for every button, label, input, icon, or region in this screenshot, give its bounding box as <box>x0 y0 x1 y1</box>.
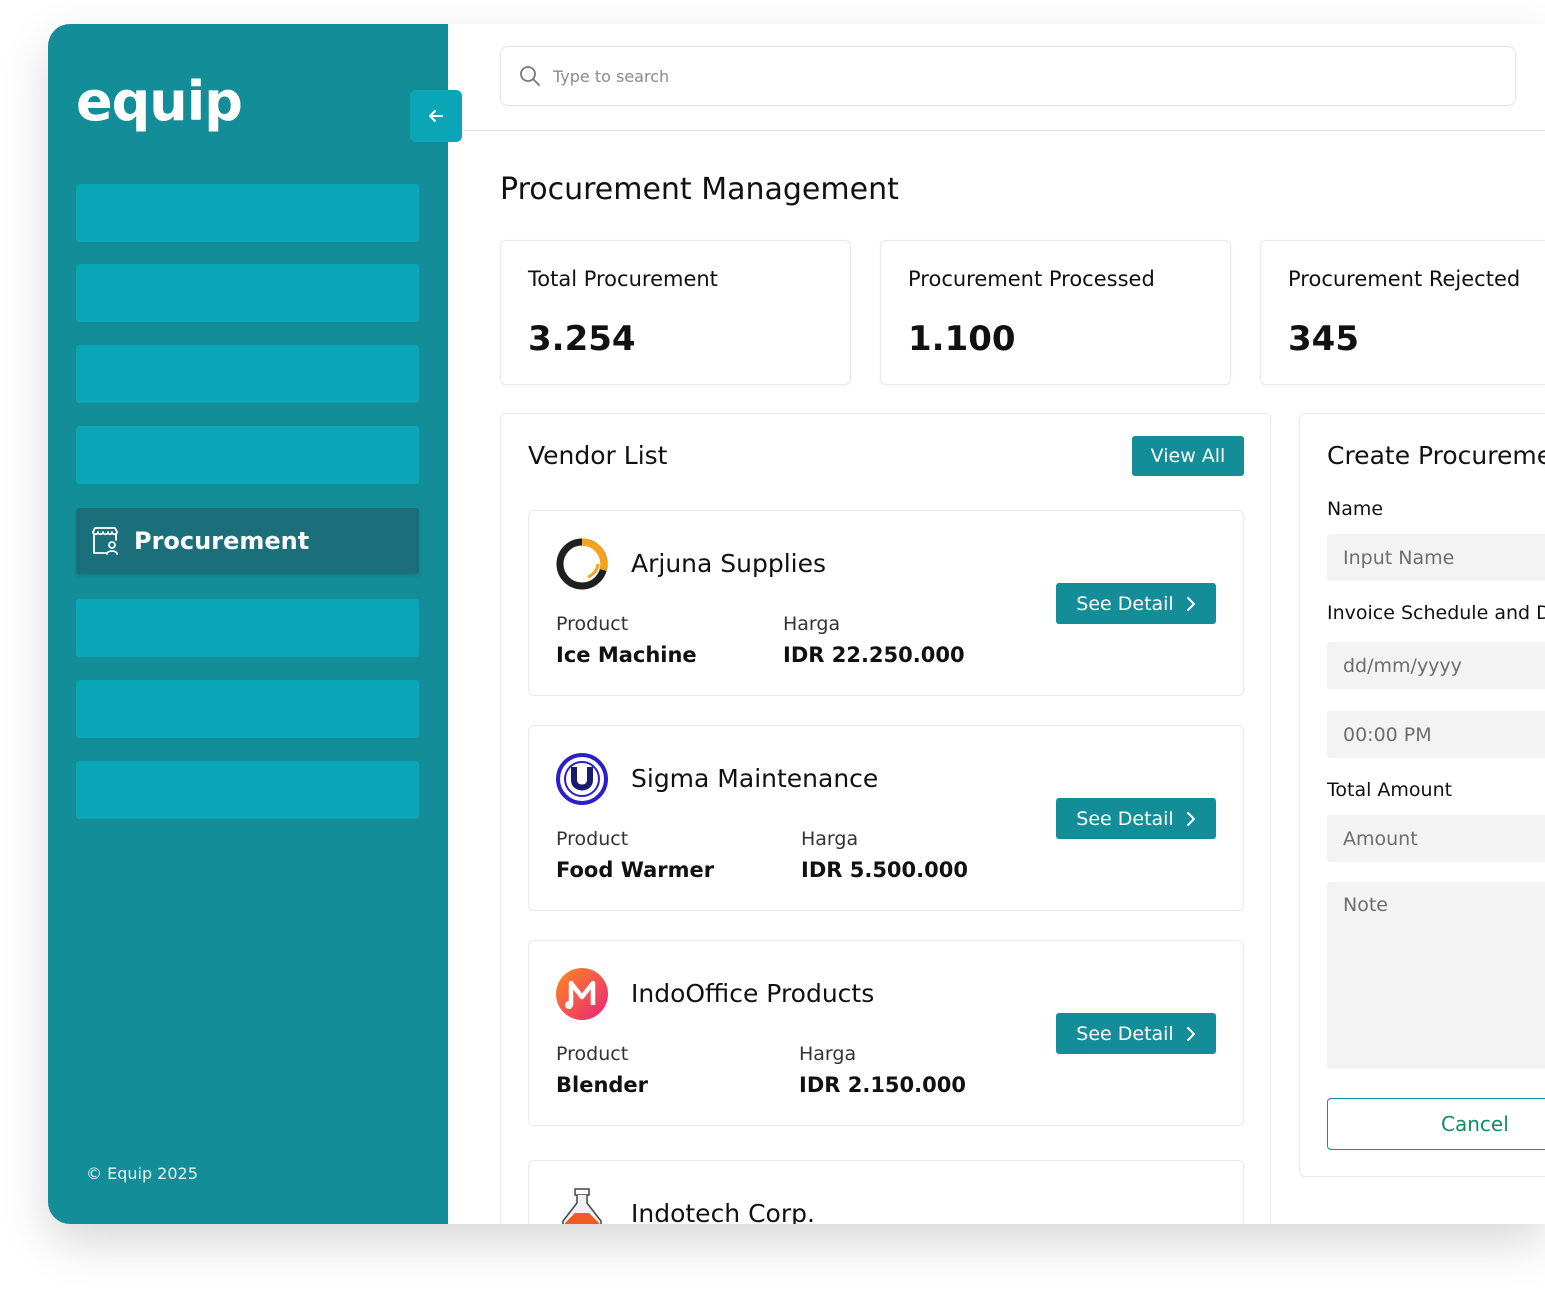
invoice-schedule-label: Invoice Schedule and Date <box>1327 602 1545 624</box>
music-m-logo-icon <box>555 967 609 1021</box>
see-detail-label: See Detail <box>1076 1022 1174 1045</box>
product-value: Food Warmer <box>556 858 715 882</box>
date-input[interactable] <box>1327 642 1545 689</box>
see-detail-button[interactable]: See Detail <box>1056 1013 1216 1054</box>
see-detail-label: See Detail <box>1076 807 1174 830</box>
sidebar-item-7[interactable] <box>76 680 419 738</box>
note-input[interactable] <box>1327 882 1545 1069</box>
stat-label: Total Procurement <box>528 267 718 291</box>
app-window: equip Procurement © Equip 2025 Type to s… <box>48 24 1545 1224</box>
arrow-left-icon <box>426 106 446 126</box>
sidebar-item-3[interactable] <box>76 345 419 403</box>
product-label: Product <box>556 828 629 850</box>
vendor-name: Sigma Maintenance <box>631 764 879 793</box>
product-label: Product <box>556 613 629 635</box>
vendor-card: Indotech Corp. <box>528 1160 1244 1224</box>
product-value: Blender <box>556 1073 649 1097</box>
sidebar-item-2[interactable] <box>76 264 419 322</box>
store-user-icon <box>90 526 120 556</box>
amount-input[interactable] <box>1327 815 1545 862</box>
ring-logo-icon <box>555 537 609 591</box>
create-procurement-title: Create Procurement <box>1327 441 1545 470</box>
sidebar-item-procurement[interactable]: Procurement <box>76 508 419 574</box>
price-value: IDR 2.150.000 <box>799 1073 966 1097</box>
stat-value: 1.100 <box>908 319 1016 359</box>
price-label: Harga <box>801 828 859 850</box>
vendor-name: IndoOffice Products <box>631 979 875 1008</box>
price-label: Harga <box>783 613 841 635</box>
cancel-button[interactable]: Cancel <box>1327 1098 1545 1150</box>
stat-value: 345 <box>1288 319 1359 359</box>
search-input[interactable] <box>551 65 1455 87</box>
stat-value: 3.254 <box>528 319 636 359</box>
app-logo[interactable]: equip <box>76 70 243 133</box>
sidebar-item-8[interactable] <box>76 761 419 819</box>
total-amount-label: Total Amount <box>1327 779 1453 801</box>
name-label: Name <box>1327 498 1384 520</box>
product-label: Product <box>556 1043 629 1065</box>
stat-label: Procurement Rejected <box>1288 267 1521 291</box>
stat-card-processed: Procurement Processed 1.100 <box>880 240 1231 385</box>
price-value: IDR 22.250.000 <box>783 643 965 667</box>
copyright-text: © Equip 2025 <box>86 1164 198 1183</box>
sidebar-item-4[interactable] <box>76 426 419 484</box>
search-bar[interactable] <box>500 46 1516 106</box>
chevron-right-icon <box>1186 596 1196 612</box>
chevron-right-icon <box>1186 1026 1196 1042</box>
header-divider <box>448 130 1545 131</box>
search-icon <box>519 65 541 87</box>
vendor-card: Sigma Maintenance Product Food Warmer Ha… <box>528 725 1244 911</box>
vendor-name: Indotech Corp. <box>631 1199 815 1224</box>
see-detail-button[interactable]: See Detail <box>1056 798 1216 839</box>
vendor-card: IndoOffice Products Product Blender Harg… <box>528 940 1244 1126</box>
price-label: Harga <box>799 1043 857 1065</box>
collapse-sidebar-button[interactable] <box>410 90 462 142</box>
flask-logo-icon <box>555 1187 609 1224</box>
product-value: Ice Machine <box>556 643 697 667</box>
chevron-right-icon <box>1186 811 1196 827</box>
see-detail-label: See Detail <box>1076 592 1174 615</box>
vendor-name: Arjuna Supplies <box>631 549 827 578</box>
u-circle-logo-icon <box>555 752 609 806</box>
sidebar-item-label: Procurement <box>134 527 310 555</box>
sidebar: equip Procurement © Equip 2025 <box>48 24 448 1224</box>
name-input[interactable] <box>1327 534 1545 581</box>
stat-label: Procurement Processed <box>908 267 1155 291</box>
vendor-card: Arjuna Supplies Product Ice Machine Harg… <box>528 510 1244 696</box>
stat-card-total: Total Procurement 3.254 <box>500 240 851 385</box>
vendor-list-title: Vendor List <box>528 441 668 470</box>
page-title: Procurement Management <box>500 172 899 207</box>
time-input[interactable] <box>1327 711 1545 758</box>
sidebar-item-6[interactable] <box>76 599 419 657</box>
sidebar-item-1[interactable] <box>76 184 419 242</box>
price-value: IDR 5.500.000 <box>801 858 968 882</box>
stat-card-rejected: Procurement Rejected 345 <box>1260 240 1545 385</box>
see-detail-button[interactable]: See Detail <box>1056 583 1216 624</box>
view-all-button[interactable]: View All <box>1132 436 1244 476</box>
vendor-list-panel: Vendor List View All Arjuna Supplies Pro… <box>500 413 1271 1224</box>
create-procurement-panel: Create Procurement Name Invoice Schedule… <box>1299 413 1545 1177</box>
